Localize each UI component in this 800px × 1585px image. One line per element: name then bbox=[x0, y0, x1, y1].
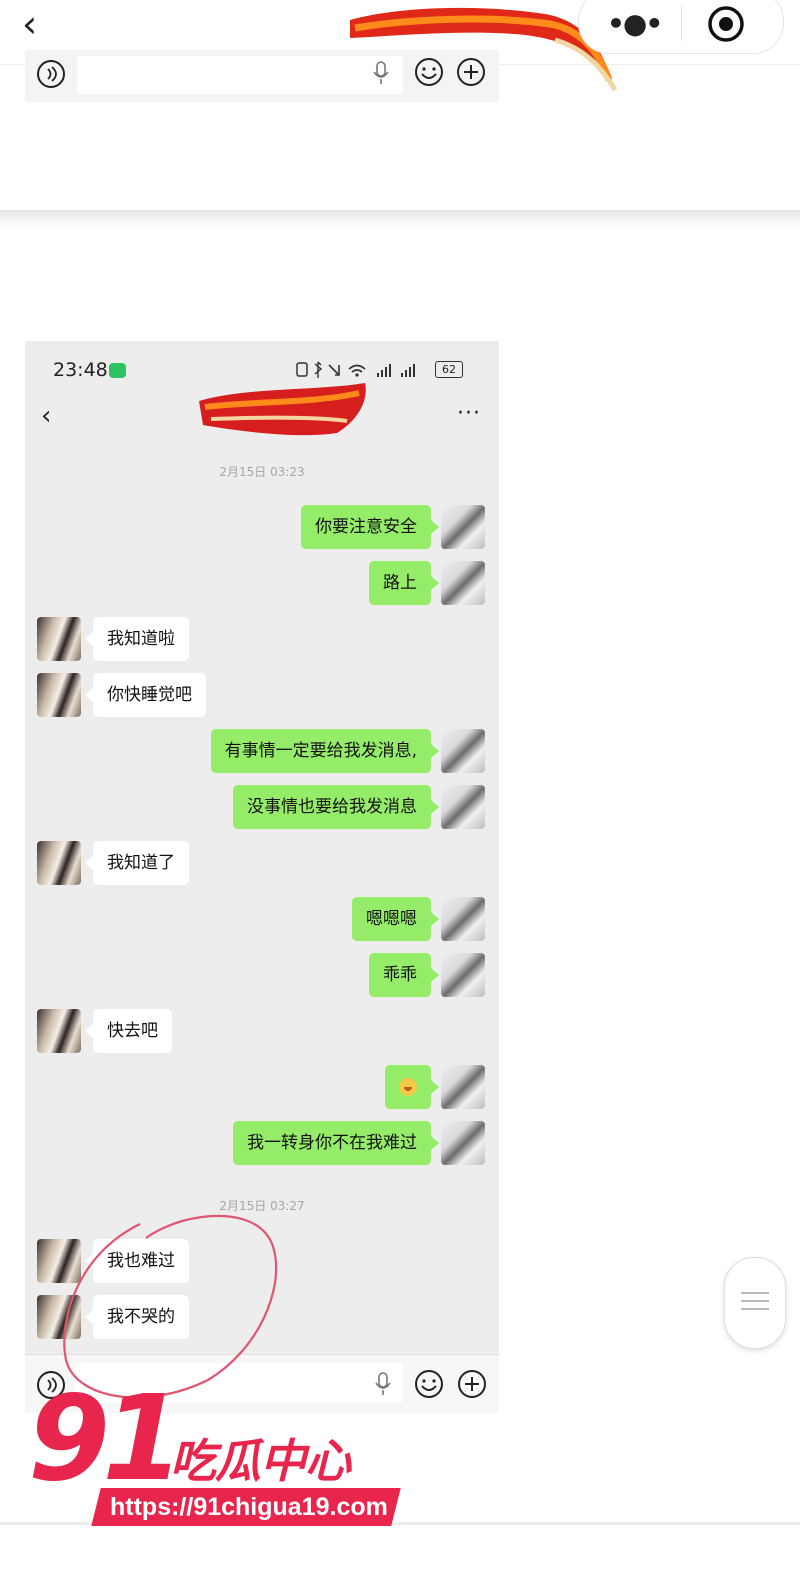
chat-message: 路上 bbox=[25, 561, 499, 605]
message-bubble[interactable]: 路上 bbox=[369, 561, 431, 605]
chat-message: 我知道了 bbox=[25, 841, 499, 885]
mini-program-capsule: •●• bbox=[578, 0, 784, 54]
my-avatar[interactable] bbox=[441, 953, 485, 997]
message-bubble[interactable]: 有事情一定要给我发消息, bbox=[210, 729, 431, 773]
floating-menu-handle[interactable] bbox=[724, 1257, 786, 1349]
chat-message: 没事情也要给我发消息 bbox=[25, 785, 499, 829]
message-bubble[interactable]: 我知道了 bbox=[93, 841, 189, 885]
status-time: 23:48 bbox=[53, 359, 108, 381]
message-bubble[interactable]: 快去吧 bbox=[93, 1009, 172, 1053]
signal-wifi-icons bbox=[296, 361, 415, 378]
my-avatar[interactable] bbox=[441, 1065, 485, 1109]
message-bubble[interactable]: 我知道啦 bbox=[93, 617, 189, 661]
my-avatar[interactable] bbox=[441, 505, 485, 549]
mic-icon[interactable] bbox=[373, 60, 389, 86]
message-bubble[interactable]: 我一转身你不在我难过 bbox=[233, 1121, 431, 1165]
emoji-icon[interactable] bbox=[413, 1368, 445, 1400]
contact-name-redaction bbox=[199, 383, 366, 436]
plus-icon[interactable] bbox=[456, 1368, 488, 1400]
chat-message: 你要注意安全 bbox=[25, 505, 499, 549]
chat-message: 有事情一定要给我发消息, bbox=[25, 729, 499, 773]
watermark-logo-name: 吃瓜中心 bbox=[170, 1434, 351, 1488]
message-bubble[interactable]: 乖乖 bbox=[369, 953, 431, 997]
emoji-icon[interactable] bbox=[413, 56, 445, 88]
chat-timestamp: 2月15日 03:23 bbox=[219, 465, 305, 479]
chat-message: 快去吧 bbox=[25, 1009, 499, 1053]
contact-avatar[interactable] bbox=[37, 617, 81, 661]
message-input-field[interactable] bbox=[77, 56, 403, 94]
my-avatar[interactable] bbox=[441, 897, 485, 941]
chat-message: 我知道啦 bbox=[25, 617, 499, 661]
target-icon[interactable] bbox=[707, 5, 745, 43]
status-bar-icons bbox=[295, 361, 425, 383]
watermark-logo-number: 91 bbox=[28, 1369, 184, 1507]
watermark-url: https://91chigua19.com bbox=[110, 1493, 388, 1521]
chat-message bbox=[25, 1065, 499, 1109]
my-avatar[interactable] bbox=[441, 561, 485, 605]
more-dots-icon[interactable]: •●• bbox=[607, 9, 663, 39]
watermark-url-badge: https://91chigua19.com bbox=[91, 1488, 401, 1526]
my-avatar[interactable] bbox=[441, 1121, 485, 1165]
chat-message: 乖乖 bbox=[25, 953, 499, 997]
chat-more-icon[interactable]: ··· bbox=[457, 401, 481, 426]
message-bubble[interactable]: 没事情也要给我发消息 bbox=[233, 785, 431, 829]
section-divider bbox=[0, 210, 800, 232]
mic-icon[interactable] bbox=[375, 1371, 391, 1397]
contact-avatar[interactable] bbox=[37, 673, 81, 717]
chevron-left-icon[interactable]: ‹ bbox=[22, 4, 62, 44]
my-avatar[interactable] bbox=[441, 785, 485, 829]
message-bubble[interactable]: 你快睡觉吧 bbox=[93, 673, 206, 717]
message-bubble[interactable]: 嗯嗯嗯 bbox=[352, 897, 431, 941]
grin-emoji-icon bbox=[399, 1078, 417, 1096]
battery-indicator: 62 bbox=[435, 361, 463, 378]
message-bubble[interactable]: 你要注意安全 bbox=[301, 505, 431, 549]
voice-icon[interactable] bbox=[35, 58, 67, 90]
capsule-divider bbox=[681, 5, 682, 41]
chat-message: 嗯嗯嗯 bbox=[25, 897, 499, 941]
chat-back-icon[interactable]: ‹ bbox=[41, 401, 51, 431]
my-avatar[interactable] bbox=[441, 729, 485, 773]
message-bubble[interactable] bbox=[385, 1065, 431, 1109]
chat-input-bar-partial bbox=[25, 50, 499, 102]
contact-avatar[interactable] bbox=[37, 841, 81, 885]
plus-icon[interactable] bbox=[455, 56, 487, 88]
wechat-status-icon bbox=[109, 363, 126, 378]
contact-avatar[interactable] bbox=[37, 1009, 81, 1053]
chat-message: 我一转身你不在我难过 bbox=[25, 1121, 499, 1165]
chat-message: 你快睡觉吧 bbox=[25, 673, 499, 717]
